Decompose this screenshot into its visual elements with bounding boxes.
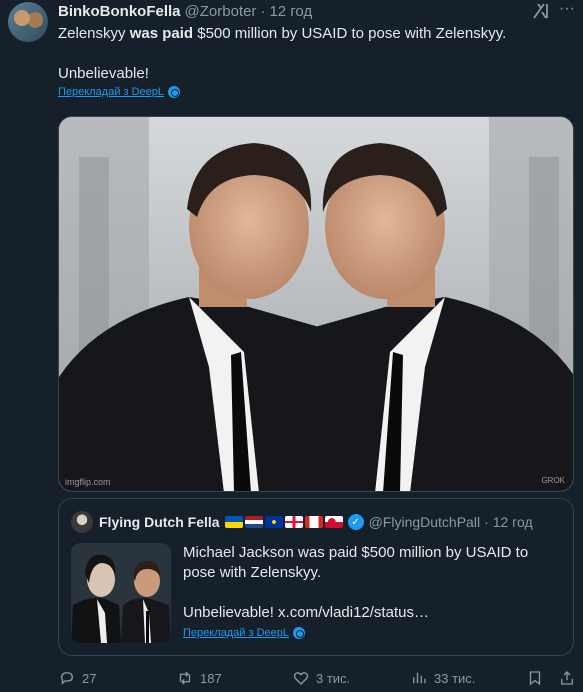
deepl-icon xyxy=(292,627,305,639)
quote-text-line2: Unbelievable! x.com/vladi12/status… xyxy=(183,604,429,621)
bookmark-icon xyxy=(529,671,541,686)
quote-media-thumbnail[interactable] xyxy=(71,543,171,643)
tweet-time[interactable]: 12 год xyxy=(269,3,312,20)
author-avatar[interactable] xyxy=(8,2,48,42)
verified-icon: ✓ xyxy=(347,514,364,530)
canada-flag-icon xyxy=(304,516,323,528)
quote-translate-link[interactable]: Перекладай з DeepL xyxy=(183,627,305,639)
share-button[interactable] xyxy=(558,669,576,687)
ukraine-flag-icon xyxy=(224,516,243,528)
translate-label[interactable]: Перекладай з DeepL xyxy=(58,86,164,98)
georgia-flag-icon xyxy=(284,516,303,528)
quote-text: Michael Jackson was paid $500 million by… xyxy=(183,544,529,581)
like-count: 3 тис. xyxy=(316,670,351,686)
media-watermark-left: imgflip.com xyxy=(65,477,111,487)
tweet-text: Zelenskyy was paid $500 million by USAID… xyxy=(58,25,507,42)
greenland-flag-icon xyxy=(324,516,343,528)
tweet-media-image[interactable]: imgflip.com GROK xyxy=(58,116,574,492)
more-icon[interactable]: ··· xyxy=(557,1,577,20)
author-name[interactable]: BinkoBonkoFella xyxy=(58,3,181,20)
separator-dot: · xyxy=(260,2,266,20)
tweet-header: BinkoBonkoFella @Zorboter · 12 год xyxy=(58,2,573,20)
like-icon xyxy=(293,672,309,685)
retweet-icon xyxy=(179,671,191,685)
tweet-actions: 27 187 3 тис. 33 тис. xyxy=(58,668,577,688)
quote-header: Flying Dutch Fella ✓ @FlyingDutchPall · … xyxy=(99,512,563,532)
retweet-button[interactable]: 187 xyxy=(176,669,222,687)
reply-count: 27 xyxy=(82,670,97,686)
quote-time[interactable]: 12 год xyxy=(493,514,533,530)
deepl-icon xyxy=(167,86,180,98)
quote-translate-label[interactable]: Перекладай з DeepL xyxy=(183,627,289,639)
quote-separator-dot: · xyxy=(484,514,489,530)
reply-icon xyxy=(61,672,73,685)
tweet-text-line2: Unbelievable! xyxy=(58,65,149,82)
like-button[interactable]: 3 тис. xyxy=(292,669,350,687)
media-watermark-right: GROK xyxy=(541,476,565,485)
translate-link[interactable]: Перекладай з DeepL xyxy=(58,86,180,98)
quote-author-avatar[interactable] xyxy=(71,511,93,533)
author-handle[interactable]: @Zorboter xyxy=(185,3,257,20)
tweet-text-bold: was paid xyxy=(129,25,194,42)
netherlands-flag-icon xyxy=(244,516,263,528)
grok-icon[interactable] xyxy=(531,2,551,20)
reply-button[interactable]: 27 xyxy=(58,669,96,687)
quoted-tweet[interactable]: Flying Dutch Fella ✓ @FlyingDutchPall · … xyxy=(58,498,574,656)
retweet-count: 187 xyxy=(200,670,222,686)
bookmark-button[interactable] xyxy=(526,669,544,687)
views-icon xyxy=(413,672,426,684)
views-button[interactable]: 33 тис. xyxy=(410,669,475,687)
eu-flag-icon xyxy=(264,516,283,528)
quote-author-handle[interactable]: @FlyingDutchPall xyxy=(369,514,480,530)
share-icon xyxy=(561,671,573,685)
quote-author-name[interactable]: Flying Dutch Fella xyxy=(99,514,220,530)
flag-emojis xyxy=(224,516,343,528)
views-count: 33 тис. xyxy=(434,670,476,686)
